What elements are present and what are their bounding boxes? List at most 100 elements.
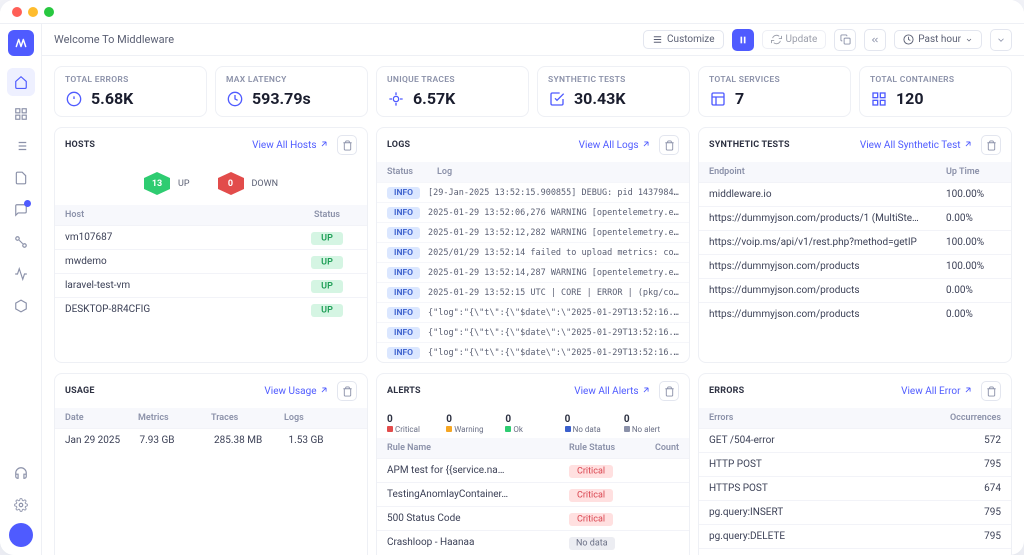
welcome-text: Welcome To Middleware [54,33,174,46]
sidebar-avatar[interactable] [9,523,33,547]
alert-status-badge: Critical [569,513,613,526]
alert-row[interactable]: APM test for {{service.na… Critical [377,458,689,482]
error-name: GET /504-error [709,435,931,446]
alerts-card: ALERTS View All Alerts 0Critical0Warning… [376,373,690,555]
sidebar-cube-icon[interactable] [7,292,35,320]
kpi-card[interactable]: UNIQUE TRACES 6.57K [376,66,529,117]
log-row[interactable]: INFO {"log":"{\"t\":{\"$date\":\"2025-01… [377,302,689,322]
synthetic-row[interactable]: https://voip.ms/api/v1/rest.php?method=g… [699,230,1011,254]
host-row[interactable]: laravel-test-vm UP [55,273,367,297]
log-text: {"log":"{\"t\":{\"$date\":\"2025-01-29T1… [428,348,679,358]
host-row[interactable]: DESKTOP-8R4CFIG UP [55,297,367,321]
error-row[interactable]: GET /504-error 572 [699,428,1011,452]
kpi-value: 5.68K [91,89,133,108]
sidebar-file-icon[interactable] [7,164,35,192]
log-row[interactable]: INFO 2025-01-29 13:52:12,282 WARNING [op… [377,222,689,242]
view-all-synthetic-link[interactable]: View All Synthetic Test [860,139,973,151]
alert-row[interactable]: 500 Status Code Critical [377,506,689,530]
error-count: 572 [931,435,1001,446]
log-row[interactable]: INFO 2025-01-29 13:52:15 UTC | CORE | ER… [377,282,689,302]
log-level-badge: INFO [387,327,420,339]
host-status-badge: UP [311,232,343,245]
window-mac-traffic-lights [0,0,1024,24]
host-row[interactable]: mwdemo UP [55,249,367,273]
error-row[interactable]: pg.query:UPDATE 795 [699,548,1011,555]
copy-button[interactable] [834,29,856,51]
logs-delete-button[interactable] [659,135,679,155]
log-row[interactable]: INFO 2025-01-29 13:52:14,287 WARNING [op… [377,262,689,282]
view-all-hosts-link[interactable]: View All Hosts [252,139,329,151]
error-name: HTTP POST [709,459,931,470]
kpi-value: 30.43K [574,89,626,108]
alert-row[interactable]: TestingAnomlayContainer… Critical [377,482,689,506]
sidebar-nodes-icon[interactable] [7,228,35,256]
synthetic-endpoint: middleware.io [709,189,946,200]
alert-row[interactable]: Crashloop - Haanaa No data [377,530,689,554]
maximize-window-dot[interactable] [44,7,54,17]
hosts-down-hex: 0 [218,172,244,195]
update-button[interactable]: Update [762,30,827,49]
error-row[interactable]: pg.query:INSERT 795 [699,500,1011,524]
synthetic-row[interactable]: https://dummyjson.com/products 0.00% [699,278,1011,302]
error-row[interactable]: HTTP POST 795 [699,452,1011,476]
log-text: {"log":"{\"t\":{\"$date\":\"2025-01-29T1… [428,308,679,318]
log-row[interactable]: INFO 2025/01/29 13:52:14 failed to uploa… [377,242,689,262]
sidebar-home-icon[interactable] [7,68,35,96]
errors-delete-button[interactable] [981,381,1001,401]
synthetic-uptime: 100.00% [946,237,1001,248]
view-all-error-link[interactable]: View All Error [901,385,973,397]
close-window-dot[interactable] [12,7,22,17]
log-row[interactable]: INFO [29-Jan-2025 13:52:15.900855] DEBUG… [377,182,689,202]
error-row[interactable]: pg.query:DELETE 795 [699,524,1011,548]
kpi-card[interactable]: MAX LATENCY 593.79s [215,66,368,117]
kpi-icon [548,90,566,108]
kpi-card[interactable]: TOTAL SERVICES 7 [698,66,851,117]
alert-status-badge: Critical [569,489,613,502]
hosts-title: HOSTS [65,140,95,150]
kpi-card[interactable]: TOTAL CONTAINERS 120 [859,66,1012,117]
alert-status-badge: Critical [569,465,613,478]
collapse-left-button[interactable] [864,29,886,51]
error-count: 795 [931,507,1001,518]
synthetic-row[interactable]: https://dummyjson.com/products 0.00% [699,302,1011,326]
minimize-window-dot[interactable] [28,7,38,17]
timerange-select[interactable]: Past hour [894,30,982,49]
usage-delete-button[interactable] [337,381,357,401]
kpi-card[interactable]: SYNTHETIC TESTS 30.43K [537,66,690,117]
log-row[interactable]: INFO {"log":"{\"t\":{\"$date\":\"2025-01… [377,342,689,362]
kpi-card[interactable]: TOTAL ERRORS 5.68K [54,66,207,117]
sidebar-settings-icon[interactable] [7,491,35,519]
synthetic-row[interactable]: https://dummyjson.com/products/1 (MultiS… [699,206,1011,230]
usage-row[interactable]: Jan 29 2025 7.93 GB 285.38 MB 1.53 GB [55,428,367,452]
log-text: 2025-01-29 13:52:14,287 WARNING [opentel… [428,268,679,278]
host-status-badge: UP [311,304,343,317]
view-all-logs-link[interactable]: View All Logs [579,139,651,151]
customize-button[interactable]: Customize [643,30,723,49]
host-row[interactable]: vm107687 UP [55,225,367,249]
error-row[interactable]: HTTPS POST 674 [699,476,1011,500]
sidebar-activity-icon[interactable] [7,260,35,288]
synthetic-delete-button[interactable] [981,135,1001,155]
kpi-label: MAX LATENCY [226,75,357,85]
view-usage-link[interactable]: View Usage [264,385,329,397]
app-logo[interactable] [8,30,34,56]
log-row[interactable]: INFO {"log":"{\"t\":{\"$date\":\"2025-01… [377,322,689,342]
log-row[interactable]: INFO 2025-01-29 13:52:06,276 WARNING [op… [377,202,689,222]
timerange-more-button[interactable] [990,29,1012,51]
synthetic-endpoint: https://dummyjson.com/products/1 (MultiS… [709,213,946,224]
sidebar-chat-icon[interactable] [7,196,35,224]
host-name: vm107687 [65,232,297,243]
view-all-alerts-link[interactable]: View All Alerts [574,385,651,397]
sidebar-grid-icon[interactable] [7,100,35,128]
alert-rule-name: 500 Status Code [387,513,569,524]
synthetic-row[interactable]: https://dummyjson.com/products 100.00% [699,254,1011,278]
kpi-label: SYNTHETIC TESTS [548,75,679,85]
sidebar-headphones-icon[interactable] [7,459,35,487]
pause-button[interactable] [732,29,754,51]
error-name: pg.query:INSERT [709,507,931,518]
host-name: DESKTOP-8R4CFIG [65,304,297,315]
sidebar-list-icon[interactable] [7,132,35,160]
hosts-delete-button[interactable] [337,135,357,155]
synthetic-row[interactable]: middleware.io 100.00% [699,182,1011,206]
alerts-delete-button[interactable] [659,381,679,401]
